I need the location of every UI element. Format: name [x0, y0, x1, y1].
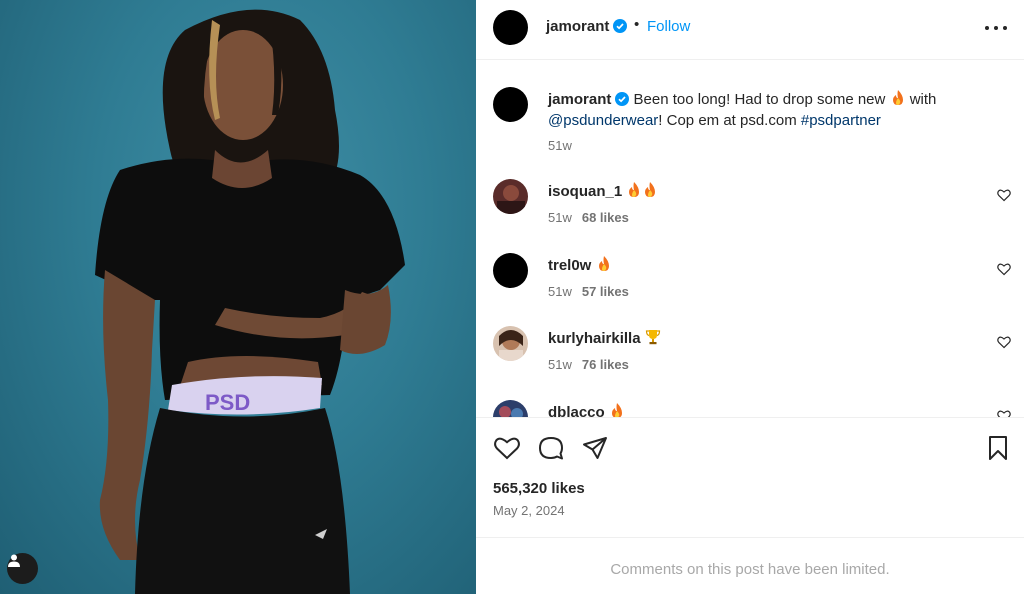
- comment-username-row: dblacco: [548, 402, 625, 417]
- header-separator: •: [634, 16, 640, 33]
- comment-meta: 51w 57 likes: [548, 284, 629, 299]
- user-tag-icon: [8, 554, 20, 567]
- post-side-panel: jamorant • Follow jamorant Been too long…: [476, 0, 1024, 594]
- comment-username-row: isoquan_1: [548, 181, 658, 200]
- fire-emoji-icon: [598, 256, 609, 271]
- bookmark-icon[interactable]: [984, 434, 1012, 462]
- caption-author-avatar[interactable]: [493, 87, 528, 122]
- post-photo[interactable]: PSD: [0, 0, 476, 594]
- likes-count[interactable]: 565,320 likes: [493, 480, 585, 497]
- verified-badge-icon: [615, 92, 630, 106]
- fire-emoji-icon: [629, 182, 640, 197]
- follow-button[interactable]: Follow: [647, 18, 690, 35]
- comment-timestamp[interactable]: 51w: [548, 284, 572, 299]
- fire-emoji-icon: [611, 403, 622, 417]
- verified-badge-icon: [613, 19, 628, 33]
- fire-emoji-icon: [892, 90, 903, 105]
- comment-item: trel0w 51w 57 likes: [476, 253, 1024, 313]
- comment-likes[interactable]: 57 likes: [582, 284, 629, 299]
- comment-timestamp[interactable]: 51w: [548, 210, 572, 225]
- caption-username[interactable]: jamorant: [548, 91, 611, 108]
- waistband-logo: PSD: [205, 390, 250, 415]
- caption-body-3: ! Cop em at psd.com: [658, 112, 797, 129]
- caption-body-2: with: [909, 91, 937, 108]
- commenter-avatar[interactable]: [493, 253, 528, 288]
- commenter-username[interactable]: dblacco: [548, 404, 605, 417]
- comment-username-row: kurlyhairkilla: [548, 328, 661, 347]
- commenter-username[interactable]: kurlyhairkilla: [548, 330, 641, 347]
- comment-meta: 51w 76 likes: [548, 357, 629, 372]
- commenter-username[interactable]: trel0w: [548, 257, 591, 274]
- comment-item: kurlyhairkilla 51w 76 likes: [476, 326, 1024, 386]
- commenter-avatar[interactable]: [493, 326, 528, 361]
- comment-username-row: trel0w: [548, 255, 612, 274]
- post-image: PSD: [95, 9, 405, 594]
- caption-timestamp[interactable]: 51w: [548, 138, 572, 153]
- more-options-button[interactable]: [984, 18, 1008, 38]
- caption-text: jamorant Been too long! Had to drop some…: [548, 89, 988, 131]
- author-avatar[interactable]: [493, 10, 528, 45]
- comment-timestamp[interactable]: 51w: [548, 357, 572, 372]
- comment-like-heart-icon[interactable]: [997, 335, 1011, 349]
- comment-likes[interactable]: 76 likes: [582, 357, 629, 372]
- caption-hashtag-link[interactable]: #psdpartner: [801, 112, 881, 129]
- caption-body: Been too long! Had to drop some new: [633, 91, 886, 108]
- comments-limited-notice: Comments on this post have been limited.: [610, 561, 890, 578]
- comment-like-heart-icon[interactable]: [997, 262, 1011, 276]
- comment-meta: 51w 68 likes: [548, 210, 629, 225]
- post-date[interactable]: May 2, 2024: [493, 503, 565, 518]
- heart-icon[interactable]: [493, 434, 521, 462]
- post-header: jamorant • Follow: [476, 0, 1024, 60]
- comment-icon[interactable]: [537, 434, 565, 462]
- comments-list[interactable]: jamorant Been too long! Had to drop some…: [476, 61, 1024, 417]
- post-actions: 565,320 likes May 2, 2024: [476, 417, 1024, 537]
- trophy-emoji-icon: [645, 330, 660, 345]
- commenter-username[interactable]: isoquan_1: [548, 183, 622, 200]
- comment-item: dblacco: [476, 400, 1024, 417]
- commenter-avatar[interactable]: [493, 400, 528, 417]
- user-tag-button[interactable]: [7, 553, 38, 584]
- commenter-avatar[interactable]: [493, 179, 528, 214]
- fire-emoji-icon: [645, 182, 656, 197]
- author-username-row[interactable]: jamorant: [546, 18, 628, 35]
- comment-like-heart-icon[interactable]: [997, 188, 1011, 202]
- share-icon[interactable]: [581, 434, 609, 462]
- comment-likes[interactable]: 68 likes: [582, 210, 629, 225]
- comment-item: isoquan_1 51w 68 likes: [476, 179, 1024, 239]
- comment-input-area: Comments on this post have been limited.: [476, 537, 1024, 594]
- comment-like-heart-icon[interactable]: [997, 409, 1011, 417]
- caption-mention-link[interactable]: @psdunderwear: [548, 112, 658, 129]
- more-horizontal-icon: [985, 26, 989, 30]
- author-username[interactable]: jamorant: [546, 18, 609, 35]
